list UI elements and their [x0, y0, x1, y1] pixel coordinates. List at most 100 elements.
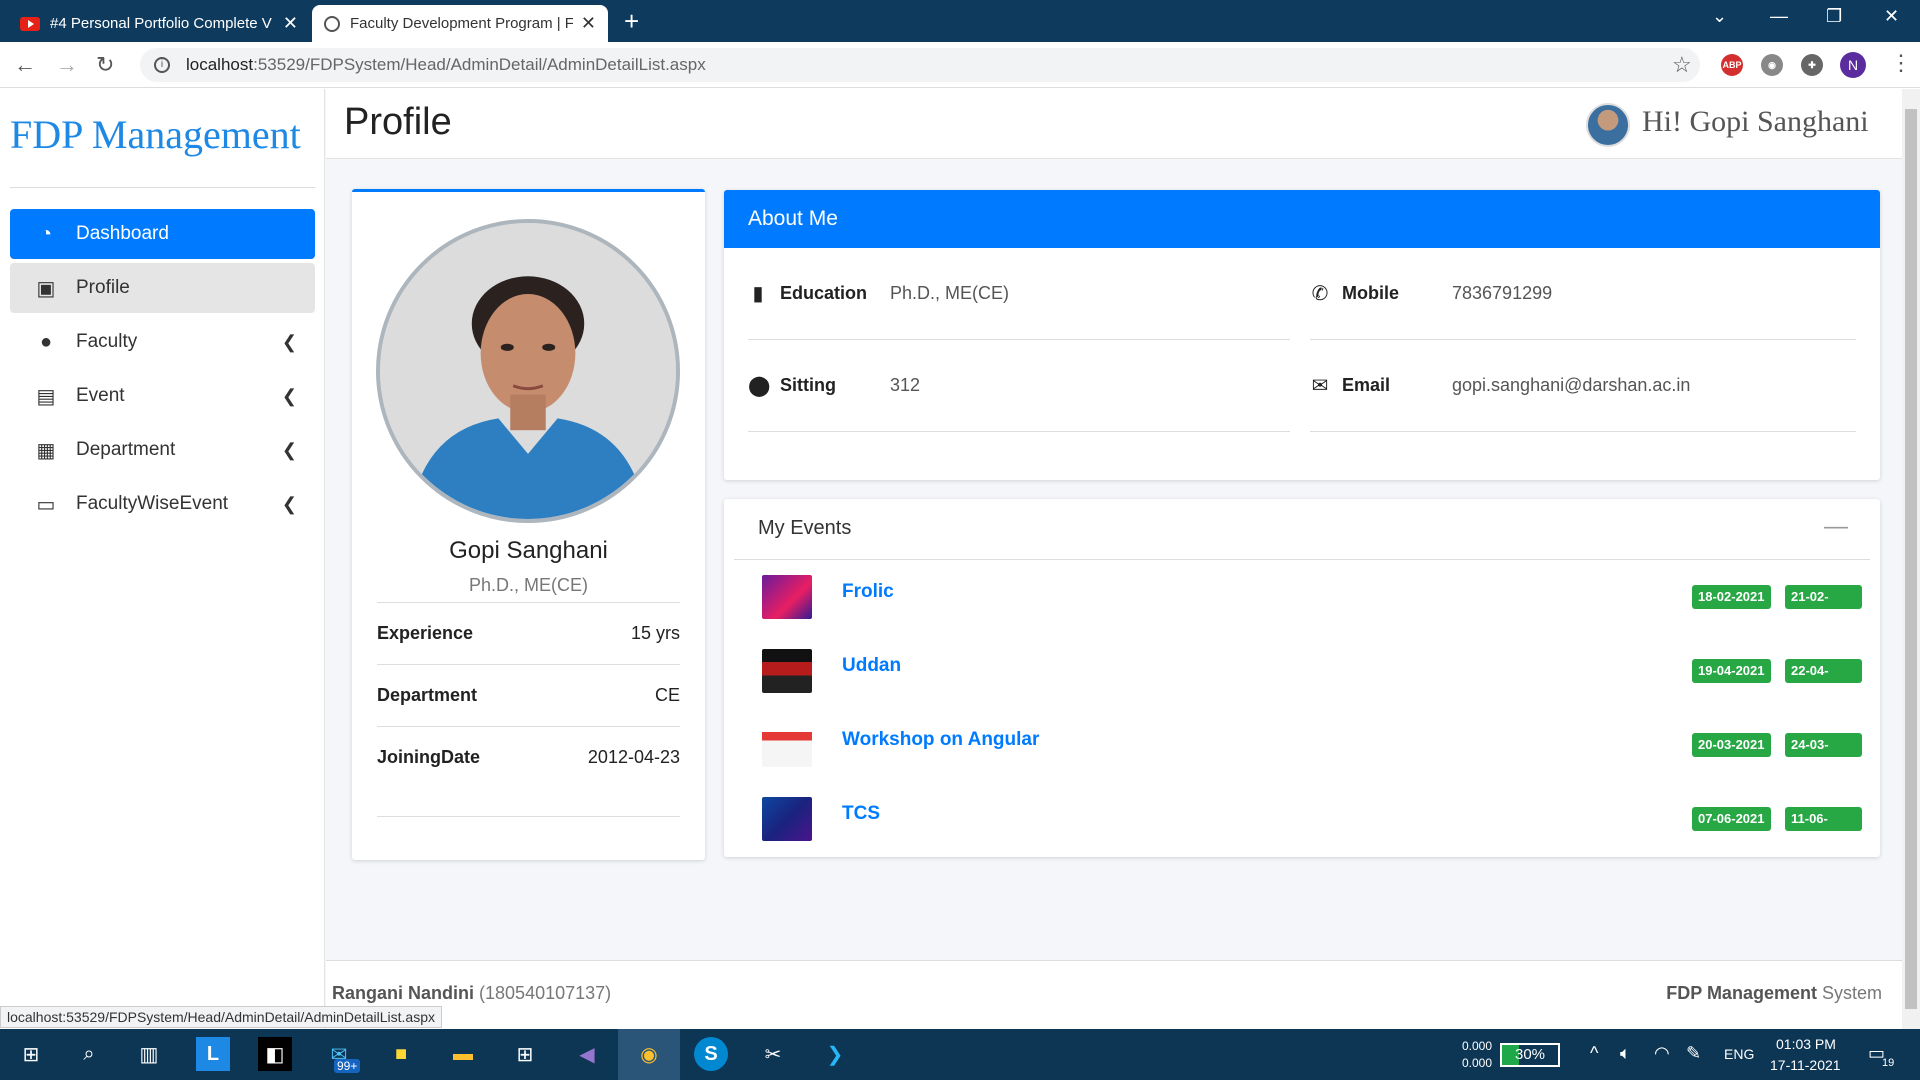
- footer-name: Rangani Nandini: [332, 983, 475, 1003]
- close-window-button[interactable]: ✕: [1884, 6, 1899, 27]
- brand-title[interactable]: FDP Management: [10, 111, 301, 158]
- row-label: JoiningDate: [377, 747, 481, 767]
- sidebar: FDP Management ◔ Dashboard ▣ Profile ● F…: [0, 89, 325, 1029]
- snipping-tool-icon[interactable]: ✂: [756, 1037, 790, 1071]
- row-value: CE: [654, 685, 680, 705]
- volume-icon[interactable]: 🔈︎: [1620, 1043, 1631, 1064]
- id-card-icon: ▭: [36, 493, 56, 516]
- end-date-badge: 21-02-2021: [1785, 585, 1862, 628]
- event-link[interactable]: Uddan: [842, 655, 901, 677]
- dolby-icon[interactable]: ◧: [258, 1037, 292, 1071]
- url-input[interactable]: i localhost:53529/FDPSystem/Head/AdminDe…: [140, 48, 1700, 82]
- bookmark-star-icon[interactable]: ☆: [1672, 52, 1692, 78]
- browser-profile-avatar[interactable]: N: [1840, 52, 1866, 78]
- sitting-value: 312: [890, 375, 921, 395]
- page: FDP Management ◔ Dashboard ▣ Profile ● F…: [0, 89, 1902, 1029]
- restore-button[interactable]: ❐: [1826, 6, 1842, 27]
- user-greeting[interactable]: Hi! Gopi Sanghani: [1642, 105, 1869, 139]
- notification-count: 19: [1880, 1057, 1897, 1069]
- app-l-icon[interactable]: L: [196, 1037, 230, 1071]
- sidebar-item-profile[interactable]: ▣ Profile: [10, 263, 315, 313]
- sidebar-item-facultywiseevent[interactable]: ▭ FacultyWiseEvent ❮: [10, 479, 315, 529]
- tab-search-icon[interactable]: ⌄: [1712, 6, 1727, 27]
- adblock-plus-icon[interactable]: ABP: [1721, 54, 1743, 76]
- footer-id: (180540107137): [479, 983, 612, 1003]
- reload-icon[interactable]: ↻: [96, 52, 114, 78]
- vscode-icon[interactable]: ❯: [818, 1037, 852, 1071]
- sidebar-item-label: Faculty: [76, 331, 138, 352]
- user-avatar[interactable]: [1586, 103, 1630, 147]
- language-indicator[interactable]: ENG: [1724, 1046, 1754, 1062]
- about-me-card: About Me ▮ Education Ph.D., ME(CE) ✆ Mob…: [724, 190, 1880, 480]
- profile-qualification: Ph.D., ME(CE): [468, 575, 588, 595]
- address-toolbar: ← → ↻ i localhost:53529/FDPSystem/Head/A…: [0, 42, 1920, 88]
- email-value: gopi.sanghani@darshan.ac.in: [1452, 375, 1691, 395]
- minimize-button[interactable]: —: [1770, 6, 1788, 27]
- forward-arrow-icon[interactable]: →: [56, 52, 78, 78]
- chevron-up-icon[interactable]: ^: [1590, 1043, 1598, 1064]
- windows-start-icon[interactable]: ⊞: [14, 1037, 48, 1071]
- store-icon[interactable]: ⊞: [508, 1037, 542, 1071]
- browser-tab-youtube[interactable]: #4 Personal Portfolio Complete V ✕: [8, 5, 310, 42]
- mobile-label: Mobile: [1342, 283, 1399, 303]
- browser-tab-bar: #4 Personal Portfolio Complete V ✕ Facul…: [0, 0, 1920, 42]
- battery-indicator[interactable]: 30%: [1500, 1043, 1560, 1067]
- status-bar-url: localhost:53529/FDPSystem/Head/AdminDeta…: [0, 1006, 442, 1028]
- globe-icon: [324, 15, 340, 32]
- email-row: ✉ Email gopi.sanghani@darshan.ac.in: [1310, 340, 1856, 432]
- scrollbar-thumb[interactable]: [1905, 109, 1917, 1009]
- clock-time[interactable]: 01:03 PM: [1776, 1036, 1836, 1052]
- row-value: 15 yrs: [630, 623, 680, 643]
- close-tab-icon[interactable]: ✕: [581, 13, 596, 34]
- profile-icon: ▣: [36, 277, 56, 300]
- sidebar-item-faculty[interactable]: ● Faculty ❮: [10, 317, 315, 367]
- site-info-icon[interactable]: i: [154, 57, 170, 73]
- page-scrollbar[interactable]: [1902, 89, 1920, 1029]
- task-view-icon[interactable]: ▥: [132, 1037, 166, 1071]
- pen-icon[interactable]: ✎: [1686, 1043, 1701, 1064]
- sitting-row: ⬤ Sitting 312: [748, 340, 1290, 432]
- visual-studio-icon[interactable]: ◀: [570, 1037, 604, 1071]
- start-date-badge: 20-03-2021: [1692, 733, 1771, 757]
- camera-extension-icon[interactable]: ◉: [1761, 54, 1783, 76]
- row-label: Experience: [377, 623, 474, 643]
- start-date-badge: 07-06-2021: [1692, 807, 1771, 831]
- sidebar-item-event[interactable]: ▤ Event ❮: [10, 371, 315, 421]
- sidebar-item-dashboard[interactable]: ◔ Dashboard: [10, 209, 315, 259]
- file-explorer-icon[interactable]: ▬: [446, 1037, 480, 1071]
- event-link[interactable]: Workshop on Angular: [842, 729, 1039, 751]
- collapse-minus-icon[interactable]: —: [1824, 513, 1848, 541]
- events-divider: [734, 559, 1870, 560]
- sitting-label: Sitting: [780, 375, 836, 395]
- end-date-badge: 24-03-2021: [1785, 733, 1862, 776]
- event-item: TCS 07-06-2021 11-06-2021: [762, 797, 1862, 850]
- wifi-icon[interactable]: ◠: [1654, 1043, 1670, 1064]
- email-label: Email: [1342, 375, 1391, 395]
- education-value: Ph.D., ME(CE): [890, 283, 1010, 303]
- close-tab-icon[interactable]: ✕: [283, 13, 298, 34]
- extensions-puzzle-icon[interactable]: ✚: [1801, 54, 1823, 76]
- browser-tab-fdp[interactable]: Faculty Development Program | F ✕: [312, 5, 608, 42]
- skype-icon[interactable]: S: [694, 1037, 728, 1071]
- youtube-icon: [20, 16, 40, 31]
- sticky-notes-icon[interactable]: ■: [384, 1037, 418, 1071]
- education-row: ▮ Education Ph.D., ME(CE): [748, 248, 1290, 340]
- my-events-title: My Events: [758, 517, 852, 539]
- chrome-icon[interactable]: ◉: [632, 1037, 666, 1071]
- event-link[interactable]: TCS: [842, 803, 880, 825]
- clock-date[interactable]: 17-11-2021: [1770, 1057, 1841, 1073]
- footer-brand: FDP Management System: [1666, 983, 1882, 1004]
- end-date-badge: 22-04-2021: [1785, 659, 1862, 702]
- event-link[interactable]: Frolic: [842, 581, 894, 603]
- event-thumbnail: [762, 797, 812, 841]
- sidebar-item-department[interactable]: ▦ Department ❮: [10, 425, 315, 475]
- tab-title: Faculty Development Program | F: [350, 15, 573, 32]
- event-item: Frolic 18-02-2021 21-02-2021: [762, 575, 1862, 628]
- search-icon[interactable]: ⌕: [72, 1037, 106, 1071]
- new-tab-button[interactable]: +: [624, 6, 639, 37]
- mobile-value: 7836791299: [1452, 283, 1553, 303]
- back-arrow-icon[interactable]: ←: [14, 52, 36, 78]
- education-label: Education: [780, 283, 868, 303]
- browser-menu-icon[interactable]: ⋮: [1890, 50, 1912, 76]
- row-label: Department: [377, 685, 478, 705]
